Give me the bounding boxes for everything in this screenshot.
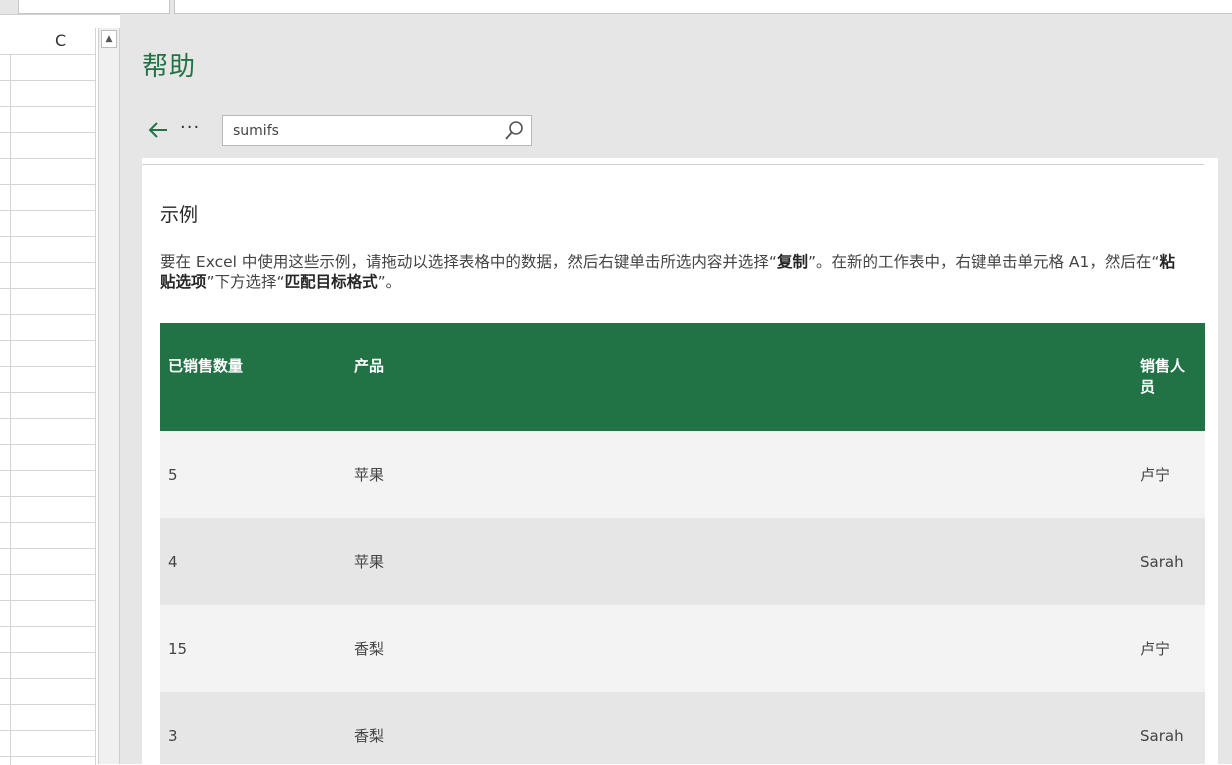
worksheet[interactable]: C	[0, 28, 96, 765]
formula-bar	[0, 0, 1232, 15]
section-title: 示例	[160, 204, 199, 226]
back-arrow-icon-svg	[148, 122, 167, 138]
table-row[interactable]: 15 香梨 卢宁	[160, 605, 1205, 692]
pane-title: 帮助	[142, 52, 197, 82]
cell-quantity: 5	[160, 431, 346, 518]
divider	[142, 164, 1204, 165]
table-row[interactable]: 3 香梨 Sarah	[160, 692, 1205, 764]
formula-input[interactable]	[174, 0, 1232, 14]
cell-salesperson: 卢宁	[1132, 431, 1205, 518]
scroll-up-icon[interactable]: ▲	[101, 30, 117, 48]
cell-quantity: 3	[160, 692, 346, 764]
more-options-icon[interactable]: ···	[180, 116, 206, 140]
table-row[interactable]: 5 苹果 卢宁	[160, 431, 1205, 518]
vertical-scrollbar[interactable]: ▲	[98, 28, 120, 764]
cell-product: 香梨	[346, 605, 1132, 692]
header-product: 产品	[346, 323, 1132, 431]
table-row[interactable]: 4 苹果 Sarah	[160, 518, 1205, 605]
cell-product: 苹果	[346, 518, 1132, 605]
name-box[interactable]	[18, 0, 170, 14]
help-pane: 帮助 ··· 示例 要在 Excel 中使用这些示例，请拖动以选择表格中的数据，…	[128, 14, 1232, 764]
cell-product: 苹果	[346, 431, 1132, 518]
cell-salesperson: Sarah	[1132, 518, 1205, 605]
cell-product: 香梨	[346, 692, 1132, 764]
search-icon[interactable]	[503, 120, 525, 142]
cell-quantity: 4	[160, 518, 346, 605]
cell-salesperson: Sarah	[1132, 692, 1205, 764]
header-quantity: 已销售数量	[160, 323, 346, 431]
header-salesperson: 销售人员	[1132, 323, 1205, 431]
back-arrow-icon[interactable]	[146, 118, 172, 142]
search-input[interactable]	[233, 121, 498, 141]
help-article: 示例 要在 Excel 中使用这些示例，请拖动以选择表格中的数据，然后右键单击所…	[142, 158, 1218, 764]
pane-splitter[interactable]	[120, 14, 128, 764]
instructions-text: 要在 Excel 中使用这些示例，请拖动以选择表格中的数据，然后右键单击所选内容…	[160, 253, 1175, 291]
copy-term: 复制	[776, 253, 808, 271]
search-box[interactable]	[222, 115, 532, 146]
column-header-c[interactable]: C	[0, 28, 96, 55]
cell-salesperson: 卢宁	[1132, 605, 1205, 692]
cell-grid[interactable]	[0, 55, 96, 765]
match-destination-term: 匹配目标格式	[284, 273, 378, 291]
table-header-row: 已销售数量 产品 销售人员	[160, 323, 1205, 431]
cell-quantity: 15	[160, 605, 346, 692]
example-table[interactable]: 已销售数量 产品 销售人员 5 苹果 卢宁 4 苹果 Sarah 15 香梨 卢…	[160, 323, 1205, 764]
